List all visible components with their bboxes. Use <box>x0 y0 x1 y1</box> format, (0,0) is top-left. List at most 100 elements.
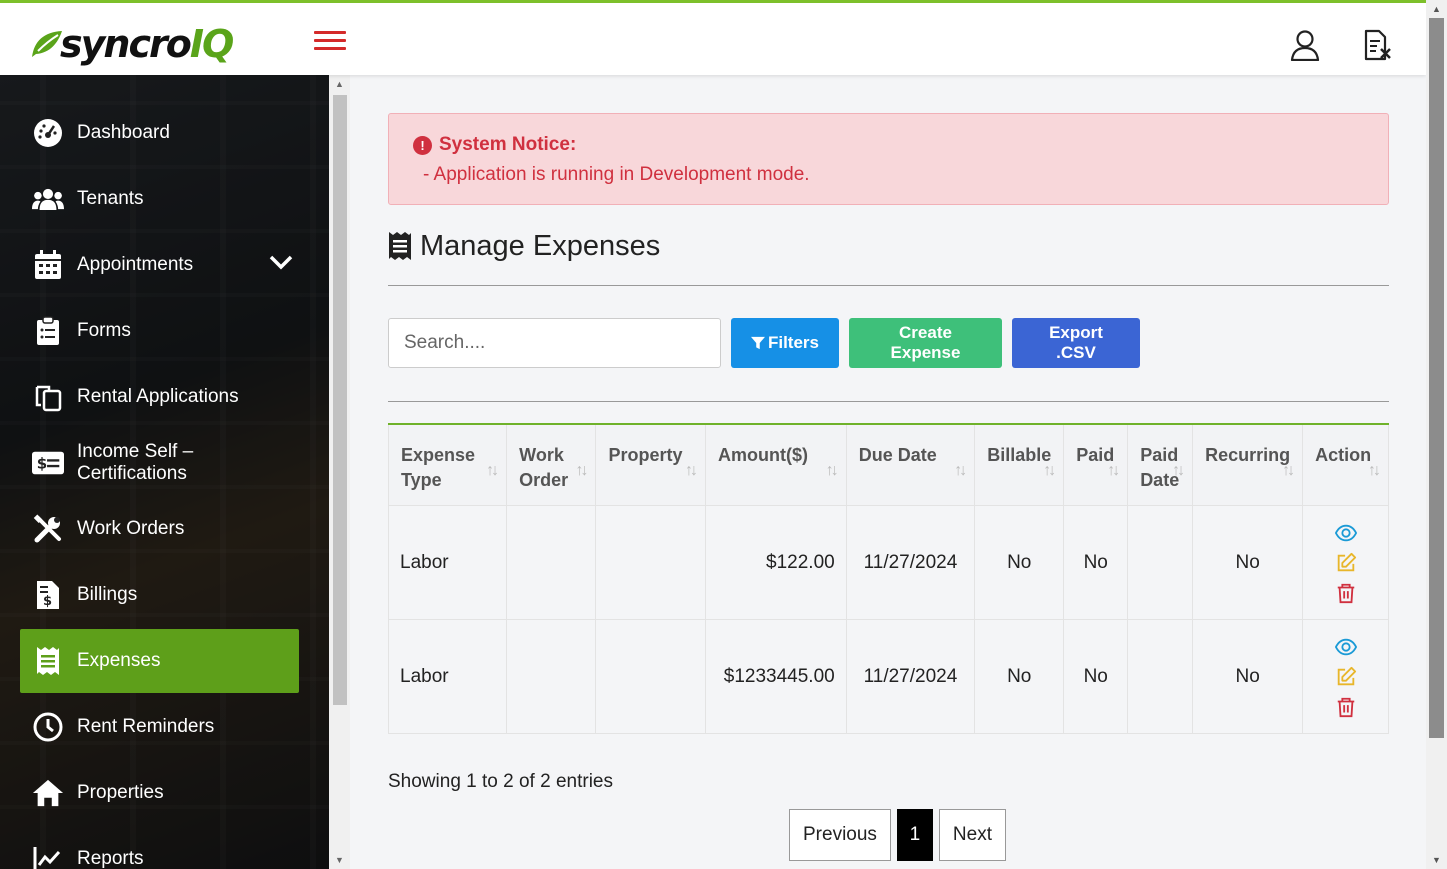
scroll-down-icon[interactable]: ▼ <box>335 855 344 865</box>
cell-billable: No <box>974 505 1065 620</box>
sidebar-item-dashboard[interactable]: Dashboard <box>20 101 299 165</box>
filters-button[interactable]: Filters <box>731 318 839 368</box>
sidebar-item-expenses[interactable]: Expenses <box>20 629 299 693</box>
column-label: Property <box>608 445 683 465</box>
cell-paid-date <box>1127 505 1194 620</box>
cell-due-date: 11/27/2024 <box>845 619 976 734</box>
next-page-button[interactable]: Next <box>938 809 1006 861</box>
sidebar-item-rent-reminders[interactable]: Rent Reminders <box>20 695 299 759</box>
column-header-paid[interactable]: Paid ↑↓ <box>1063 423 1129 506</box>
pagination: Previous 1 Next <box>406 809 1389 861</box>
sort-icon[interactable]: ↑↓ <box>826 458 839 483</box>
user-icon[interactable] <box>1290 29 1320 61</box>
column-label: Billable <box>987 445 1052 465</box>
menu-icon[interactable] <box>314 31 346 51</box>
column-header-action[interactable]: Action ↑↓ <box>1302 423 1389 506</box>
column-header-billable[interactable]: Billable ↑↓ <box>974 423 1065 506</box>
syncroiq-logo[interactable]: syncroIQ <box>30 21 234 67</box>
sidebar-scrollbar[interactable]: ▲ ▼ <box>329 75 350 869</box>
copy-icon <box>32 381 64 413</box>
dashboard-icon <box>32 117 64 149</box>
cell-recurring: No <box>1192 505 1304 620</box>
sidebar-scroll-thumb[interactable] <box>333 95 347 705</box>
scroll-down-icon[interactable]: ▼ <box>1432 855 1441 865</box>
receipt-icon <box>389 232 411 260</box>
scroll-up-icon[interactable]: ▲ <box>335 79 344 89</box>
money-icon: $ <box>32 447 64 479</box>
column-label: Recurring <box>1205 445 1291 465</box>
edit-icon[interactable] <box>1335 666 1357 688</box>
logo-text: syncroIQ <box>60 22 234 66</box>
cell-billable: No <box>974 619 1065 734</box>
system-notice: ! System Notice: - Application is runnin… <box>388 113 1389 205</box>
chart-line-icon <box>32 843 64 869</box>
sidebar-nav: Dashboard Tenants Appointments Forms Ren… <box>0 75 329 869</box>
sort-icon[interactable]: ↑↓ <box>1043 458 1056 483</box>
sidebar-item-tenants[interactable]: Tenants <box>20 167 299 231</box>
main-content: ! System Notice: - Application is runnin… <box>387 113 1389 861</box>
export-csv-button[interactable]: Export .CSV <box>1012 318 1140 368</box>
sidebar-item-forms[interactable]: Forms <box>20 299 299 363</box>
search-input[interactable] <box>388 318 721 368</box>
previous-page-button[interactable]: Previous <box>789 809 891 861</box>
sort-icon[interactable]: ↑↓ <box>486 458 499 483</box>
column-header-paid-date[interactable]: Paid Date ↑↓ <box>1127 423 1194 506</box>
sort-icon[interactable]: ↑↓ <box>1368 458 1381 483</box>
cell-expense-type: Labor <box>387 619 508 734</box>
filter-icon <box>751 336 765 350</box>
document-icon[interactable] <box>1362 29 1392 61</box>
sidebar-item-work-orders[interactable]: Work Orders <box>20 497 299 561</box>
create-expense-button[interactable]: Create Expense <box>849 318 1002 368</box>
sort-icon[interactable]: ↑↓ <box>1172 458 1185 483</box>
sort-icon[interactable]: ↑↓ <box>1107 458 1120 483</box>
invoice-icon: $ <box>32 579 64 611</box>
leaf-icon <box>32 31 62 57</box>
divider <box>388 401 1389 402</box>
svg-text:$: $ <box>37 455 47 473</box>
cell-work-order <box>506 619 597 734</box>
sidebar-item-billings[interactable]: $ Billings <box>20 563 299 627</box>
cell-recurring: No <box>1192 619 1304 734</box>
users-icon <box>32 183 64 215</box>
sidebar-item-label: Tenants <box>77 188 144 209</box>
cell-work-order <box>506 505 597 620</box>
column-header-amount[interactable]: Amount($) ↑↓ <box>705 423 847 506</box>
expenses-table: Expense Type ↑↓ Work Order ↑↓ Property ↑↓ A… <box>387 423 1389 734</box>
column-header-recurring[interactable]: Recurring ↑↓ <box>1192 423 1304 506</box>
calendar-icon <box>32 249 64 281</box>
cell-due-date: 11/27/2024 <box>845 505 976 620</box>
sort-icon[interactable]: ↑↓ <box>954 458 967 483</box>
scroll-up-icon[interactable]: ▲ <box>1432 4 1441 14</box>
sidebar-item-label: Appointments <box>77 254 194 275</box>
page-1-button[interactable]: 1 <box>896 809 933 861</box>
sort-icon[interactable]: ↑↓ <box>1282 458 1295 483</box>
edit-icon[interactable] <box>1335 552 1357 574</box>
svg-text:$: $ <box>43 594 52 609</box>
top-bar: syncroIQ <box>0 0 1426 75</box>
table-info: Showing 1 to 2 of 2 entries <box>388 771 613 792</box>
sidebar-item-rental-applications[interactable]: Rental Applications <box>20 365 299 429</box>
view-eye-icon[interactable] <box>1334 522 1357 544</box>
sidebar-item-label: Expenses <box>77 650 161 671</box>
sort-icon[interactable]: ↑↓ <box>685 458 698 483</box>
column-header-work-order[interactable]: Work Order ↑↓ <box>506 423 597 506</box>
column-header-due-date[interactable]: Due Date ↑↓ <box>845 423 976 506</box>
chevron-down-icon[interactable] <box>269 254 293 276</box>
sidebar-item-appointments[interactable]: Appointments <box>20 233 299 297</box>
divider <box>388 285 1389 286</box>
notice-title-row: ! System Notice: <box>413 134 1364 156</box>
page-scroll-thumb[interactable] <box>1429 18 1444 738</box>
sidebar-item-reports[interactable]: Reports <box>20 827 299 869</box>
sort-icon[interactable]: ↑↓ <box>575 458 588 483</box>
home-icon <box>32 777 64 809</box>
page-scrollbar[interactable]: ▲ ▼ <box>1426 0 1447 869</box>
delete-trash-icon[interactable] <box>1335 582 1357 604</box>
sidebar-item-income-self-certifications[interactable]: $ Income Self – Certifications <box>20 431 299 495</box>
delete-trash-icon[interactable] <box>1335 696 1357 718</box>
view-eye-icon[interactable] <box>1334 636 1357 658</box>
column-header-expense-type[interactable]: Expense Type ↑↓ <box>387 423 508 506</box>
column-label: Expense Type <box>401 445 476 490</box>
sidebar: Dashboard Tenants Appointments Forms Ren… <box>0 75 329 869</box>
sidebar-item-properties[interactable]: Properties <box>20 761 299 825</box>
column-header-property[interactable]: Property ↑↓ <box>595 423 707 506</box>
